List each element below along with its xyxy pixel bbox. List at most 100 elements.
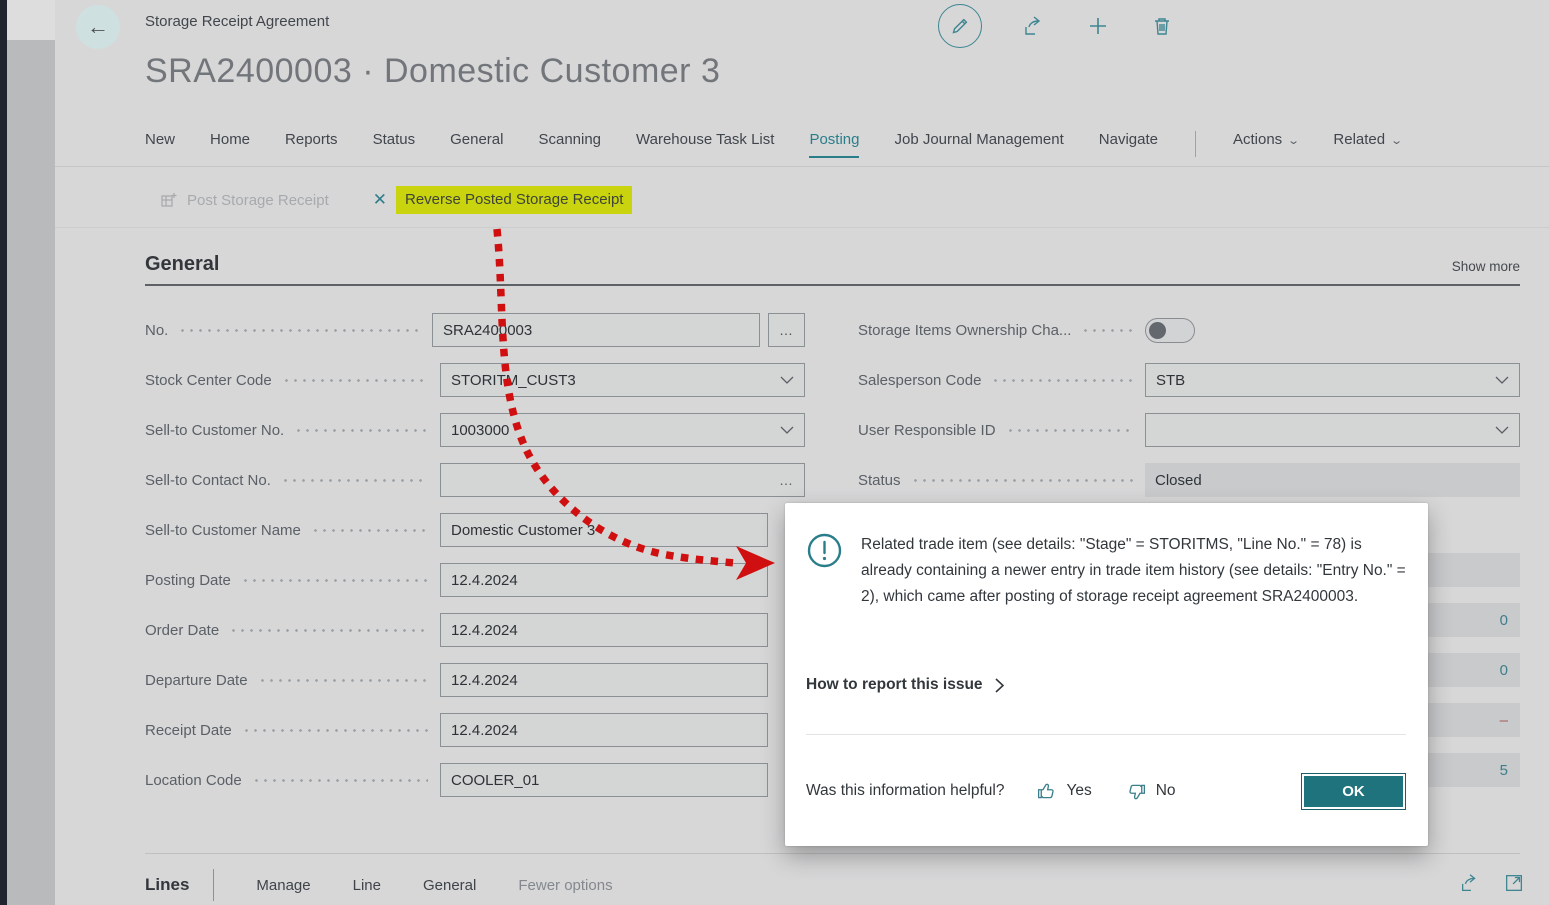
dialog-message: Related trade item (see details: "Stage"… bbox=[861, 532, 1409, 610]
error-dialog: Related trade item (see details: "Stage"… bbox=[785, 503, 1428, 846]
dotted-leader bbox=[311, 529, 428, 532]
feedback-yes-button[interactable]: Yes bbox=[1036, 781, 1091, 802]
sell-to-customer-no-dropdown[interactable]: 1003000 bbox=[440, 413, 805, 447]
field-row-salesperson-code: Salesperson Code STB bbox=[858, 363, 1520, 397]
dotted-leader bbox=[242, 729, 428, 732]
field-row-receipt-date: Receipt Date 12.4.2024 bbox=[145, 713, 805, 747]
order-date-input[interactable]: 12.4.2024 bbox=[440, 613, 768, 647]
no-assist-edit-button[interactable]: … bbox=[768, 313, 805, 347]
tab-scanning[interactable]: Scanning bbox=[538, 131, 601, 156]
tab-reports[interactable]: Reports bbox=[285, 131, 338, 156]
chevron-down-icon bbox=[1495, 376, 1509, 385]
lines-section-heading[interactable]: Lines bbox=[145, 875, 189, 895]
tab-status[interactable]: Status bbox=[373, 131, 416, 156]
field-label: Status bbox=[858, 472, 901, 489]
general-fields-left: No. SRA2400003 … Stock Center Code STORI… bbox=[145, 313, 805, 797]
field-row-sell-to-contact-no: Sell-to Contact No. … bbox=[145, 463, 805, 497]
feedback-no-button[interactable]: No bbox=[1126, 781, 1176, 802]
header-action-icons bbox=[938, 4, 1174, 48]
back-button[interactable]: ← bbox=[76, 5, 120, 49]
general-section-rule bbox=[145, 284, 1520, 286]
posting-date-input[interactable]: 12.4.2024 bbox=[440, 563, 768, 597]
lines-corner-icons bbox=[1459, 872, 1525, 894]
feedback-prompt: Was this information helpful? bbox=[806, 782, 1004, 800]
no-input[interactable]: SRA2400003 bbox=[432, 313, 760, 347]
post-storage-receipt-button[interactable]: Post Storage Receipt bbox=[160, 191, 329, 209]
edit-mode-button[interactable] bbox=[938, 4, 982, 48]
page-caption: Storage Receipt Agreement bbox=[145, 13, 329, 30]
lines-menu-general[interactable]: General bbox=[423, 877, 476, 894]
lines-menu-manage[interactable]: Manage bbox=[256, 877, 310, 894]
status-readonly-field: Closed bbox=[1145, 463, 1520, 497]
delete-icon[interactable] bbox=[1150, 14, 1174, 38]
new-record-icon[interactable] bbox=[1086, 14, 1110, 38]
lines-section-rule bbox=[145, 853, 1520, 854]
show-more-link[interactable]: Show more bbox=[1452, 259, 1520, 274]
back-arrow-icon: ← bbox=[87, 14, 109, 40]
chevron-down-icon bbox=[780, 426, 794, 435]
field-row-sell-to-customer-no: Sell-to Customer No. 1003000 bbox=[145, 413, 805, 447]
chevron-right-icon bbox=[995, 678, 1004, 693]
ok-button[interactable]: OK bbox=[1301, 773, 1406, 810]
tab-navigate[interactable]: Navigate bbox=[1099, 131, 1158, 156]
share-icon[interactable] bbox=[1022, 14, 1046, 38]
drilldown-value[interactable]: 5 bbox=[1500, 762, 1508, 779]
dialog-footer: Was this information helpful? Yes No OK bbox=[806, 771, 1406, 811]
storage-items-ownership-toggle[interactable] bbox=[1145, 318, 1195, 343]
no-label: No bbox=[1156, 782, 1176, 800]
tab-new[interactable]: New bbox=[145, 131, 175, 156]
general-fields-right: Storage Items Ownership Cha... Salespers… bbox=[858, 313, 1520, 497]
tab-general[interactable]: General bbox=[450, 131, 503, 156]
tab-actions[interactable]: Actions⌄ bbox=[1233, 131, 1298, 156]
assist-edit-dots[interactable]: … bbox=[779, 472, 794, 488]
fewer-options-link[interactable]: Fewer options bbox=[518, 877, 612, 894]
general-section-heading[interactable]: General bbox=[145, 253, 219, 276]
dotted-leader bbox=[178, 329, 420, 332]
lines-divider bbox=[213, 869, 214, 901]
dotted-leader bbox=[229, 629, 428, 632]
share-icon[interactable] bbox=[1459, 872, 1481, 894]
tab-job-journal-management[interactable]: Job Journal Management bbox=[894, 131, 1063, 156]
departure-date-input[interactable]: 12.4.2024 bbox=[440, 663, 768, 697]
user-responsible-id-dropdown[interactable] bbox=[1145, 413, 1520, 447]
tab-divider bbox=[1195, 131, 1196, 157]
reverse-posted-storage-receipt-label: Reverse Posted Storage Receipt bbox=[396, 186, 632, 214]
dotted-leader bbox=[241, 579, 428, 582]
lines-toolbar: Lines Manage Line General Fewer options bbox=[145, 869, 613, 901]
dotted-leader bbox=[258, 679, 428, 682]
sell-to-customer-name-input[interactable]: Domestic Customer 3 bbox=[440, 513, 768, 547]
dotted-leader bbox=[911, 479, 1133, 482]
chevron-down-icon: ⌄ bbox=[1287, 134, 1300, 147]
open-in-window-icon[interactable] bbox=[1503, 872, 1525, 894]
field-label: Storage Items Ownership Cha... bbox=[858, 322, 1071, 339]
salesperson-code-dropdown[interactable]: STB bbox=[1145, 363, 1520, 397]
drilldown-value[interactable]: 0 bbox=[1500, 662, 1508, 679]
field-label: Salesperson Code bbox=[858, 372, 981, 389]
chevron-down-icon: ⌄ bbox=[1390, 134, 1403, 147]
receipt-date-input[interactable]: 12.4.2024 bbox=[440, 713, 768, 747]
sell-to-contact-no-input[interactable]: … bbox=[440, 463, 805, 497]
location-code-input[interactable]: COOLER_01 bbox=[440, 763, 768, 797]
action-bar-rule bbox=[55, 227, 1549, 228]
tab-posting[interactable]: Posting bbox=[809, 131, 859, 158]
window-edge-strip bbox=[0, 0, 7, 905]
dotted-leader bbox=[1081, 329, 1133, 332]
how-to-report-link[interactable]: How to report this issue bbox=[806, 676, 1004, 694]
cancel-x-icon: ✕ bbox=[373, 190, 387, 210]
tab-warehouse-task-list[interactable]: Warehouse Task List bbox=[636, 131, 774, 156]
field-label: No. bbox=[145, 322, 168, 339]
lines-menu-line[interactable]: Line bbox=[353, 877, 381, 894]
reverse-posted-storage-receipt-button[interactable]: ✕ Reverse Posted Storage Receipt bbox=[373, 186, 633, 214]
post-document-icon bbox=[160, 191, 178, 209]
field-label: Departure Date bbox=[145, 672, 248, 689]
dash-value: – bbox=[1500, 712, 1508, 729]
dotted-leader bbox=[294, 429, 428, 432]
stock-center-code-dropdown[interactable]: STORITM_CUST3 bbox=[440, 363, 805, 397]
dotted-leader bbox=[991, 379, 1133, 382]
field-label: Sell-to Contact No. bbox=[145, 472, 271, 489]
toggle-knob bbox=[1149, 322, 1166, 339]
tab-home[interactable]: Home bbox=[210, 131, 250, 156]
drilldown-value[interactable]: 0 bbox=[1500, 612, 1508, 629]
field-label: User Responsible ID bbox=[858, 422, 996, 439]
tab-related[interactable]: Related⌄ bbox=[1333, 131, 1401, 156]
